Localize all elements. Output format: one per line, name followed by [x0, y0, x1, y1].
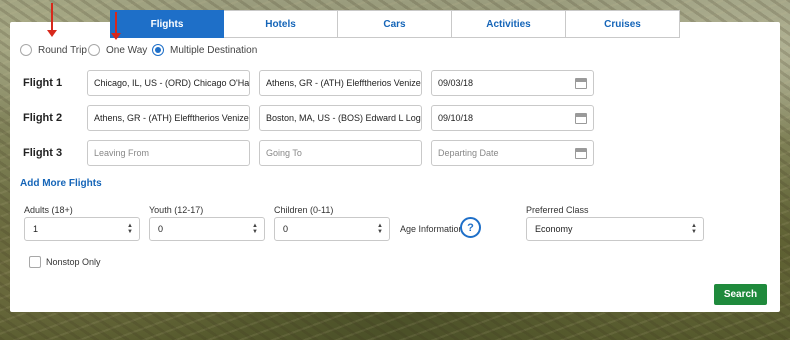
children-label: Children (0-11) — [274, 205, 334, 215]
children-select[interactable]: 0 ▲ ▼ — [274, 217, 390, 241]
children-value: 0 — [283, 224, 289, 234]
multiple-destination-label: Multiple Destination — [170, 44, 258, 56]
calendar-icon[interactable] — [575, 113, 587, 124]
preferred-class-select[interactable]: Economy ▲ ▼ — [526, 217, 704, 241]
radio-circle-icon — [20, 44, 32, 56]
flight-1-date-input[interactable]: 09/03/18 — [431, 70, 594, 96]
one-way-label: One Way — [106, 44, 148, 56]
search-panel — [10, 22, 780, 312]
red-arrow-icon — [47, 3, 57, 37]
product-tabs: Flights Hotels Cars Activities Cruises — [110, 10, 681, 38]
radio-selected-icon — [152, 44, 164, 56]
multiple-destination-radio[interactable]: Multiple Destination — [152, 44, 257, 56]
preferred-class-label: Preferred Class — [526, 205, 589, 215]
flight-2-date-input[interactable]: 09/10/18 — [431, 105, 594, 131]
flight-2-date-value: 09/10/18 — [438, 113, 474, 123]
flight-2-to-input[interactable]: Boston, MA, US - (BOS) Edward L Logan — [259, 105, 422, 131]
adults-select[interactable]: 1 ▲ ▼ — [24, 217, 140, 241]
flight-1-date-value: 09/03/18 — [438, 78, 474, 88]
help-icon[interactable]: ? — [460, 217, 481, 238]
flight-3-label: Flight 3 — [23, 147, 63, 159]
nonstop-checkbox[interactable] — [29, 256, 41, 268]
tab-hotels[interactable]: Hotels — [224, 10, 338, 38]
radio-circle-icon — [88, 44, 100, 56]
youth-select[interactable]: 0 ▲ ▼ — [149, 217, 265, 241]
flight-3-date-input[interactable]: Departing Date — [431, 140, 594, 166]
flight-3-to-input[interactable]: Going To — [259, 140, 422, 166]
flight-3-from-input[interactable]: Leaving From — [87, 140, 250, 166]
flight-3-date-placeholder: Departing Date — [438, 148, 499, 158]
adults-value: 1 — [33, 224, 39, 234]
tab-cars[interactable]: Cars — [338, 10, 452, 38]
tab-flights[interactable]: Flights — [110, 10, 224, 38]
tab-activities[interactable]: Activities — [452, 10, 566, 38]
flight-1-from-input[interactable]: Chicago, IL, US - (ORD) Chicago O'Hare — [87, 70, 250, 96]
round-trip-label: Round Trip — [38, 44, 87, 56]
age-information-label: Age Information — [400, 224, 464, 234]
select-arrows-icon: ▲ ▼ — [691, 223, 697, 235]
select-arrows-icon: ▲ ▼ — [377, 223, 383, 235]
youth-value: 0 — [158, 224, 164, 234]
add-more-flights-link[interactable]: Add More Flights — [20, 178, 102, 189]
flight-2-label: Flight 2 — [23, 112, 63, 124]
one-way-radio[interactable]: One Way — [88, 44, 147, 56]
nonstop-label: Nonstop Only — [46, 257, 101, 267]
search-button[interactable]: Search — [714, 284, 767, 305]
youth-label: Youth (12-17) — [149, 205, 204, 215]
select-arrows-icon: ▲ ▼ — [252, 223, 258, 235]
calendar-icon[interactable] — [575, 148, 587, 159]
calendar-icon[interactable] — [575, 78, 587, 89]
preferred-class-value: Economy — [535, 224, 573, 234]
red-arrow-icon — [111, 12, 121, 40]
adults-label: Adults (18+) — [24, 205, 73, 215]
flight-1-to-input[interactable]: Athens, GR - (ATH) Elefftherios Venizelo… — [259, 70, 422, 96]
round-trip-radio[interactable]: Round Trip — [20, 44, 87, 56]
select-arrows-icon: ▲ ▼ — [127, 223, 133, 235]
tab-cruises[interactable]: Cruises — [566, 10, 680, 38]
flight-2-from-input[interactable]: Athens, GR - (ATH) Elefftherios Venizelo… — [87, 105, 250, 131]
flight-1-label: Flight 1 — [23, 77, 63, 89]
